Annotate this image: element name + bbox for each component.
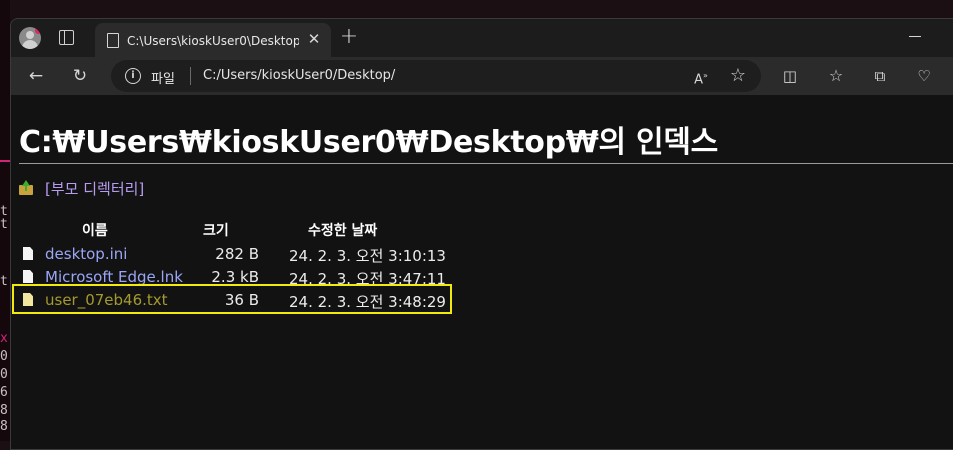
- scheme-label: 파일: [151, 72, 175, 87]
- table-row: desktop.ini 282 B 24. 2. 3. 오전 3:10:13: [11, 245, 953, 267]
- parent-directory-link[interactable]: [부모 디렉터리]: [45, 178, 144, 199]
- file-link[interactable]: desktop.ini: [45, 245, 127, 263]
- browser-window: C:\Users\kioskUser0\Desktop\의 ✕ + ← ↻ i …: [10, 18, 953, 450]
- page-title: C:₩Users₩kioskUser0₩Desktop₩의 인덱스: [19, 125, 718, 160]
- back-arrow-icon[interactable]: ←: [23, 63, 49, 89]
- split-screen-icon[interactable]: ◫: [777, 63, 803, 89]
- desktop-glyph: 0: [0, 349, 8, 364]
- desktop-glyph: 0: [0, 367, 8, 382]
- column-header-size[interactable]: 크기: [203, 220, 229, 240]
- desktop-glyph: t: [0, 274, 8, 289]
- favorite-star-icon[interactable]: ☆: [727, 65, 749, 87]
- browser-essentials-icon[interactable]: ♡: [911, 63, 937, 89]
- minimize-window-icon[interactable]: [909, 29, 923, 43]
- desktop-glyph: 8: [0, 419, 8, 434]
- browser-toolbar: ← ↻ i 파일 C:/Users/kioskUser0/Desktop/ A»…: [11, 57, 953, 95]
- favorites-icon[interactable]: ☆: [823, 63, 849, 89]
- file-size: 282 B: [215, 245, 259, 263]
- desktop-glyph: x: [0, 331, 8, 346]
- title-divider: [19, 163, 953, 164]
- desktop-glyph: 6: [0, 385, 8, 400]
- folder-up-icon: [19, 180, 33, 195]
- column-header-name[interactable]: 이름: [82, 220, 108, 240]
- file-icon: [23, 247, 33, 260]
- file-modified-date: 24. 2. 3. 오전 3:10:13: [289, 247, 446, 265]
- refresh-icon[interactable]: ↻: [67, 63, 93, 89]
- file-page-icon: [107, 33, 119, 48]
- highlight-box: [12, 284, 452, 314]
- address-bar[interactable]: i 파일 C:/Users/kioskUser0/Desktop/ A» ☆: [111, 60, 761, 92]
- address-url[interactable]: C:/Users/kioskUser0/Desktop/: [203, 68, 395, 83]
- file-icon: [23, 270, 33, 283]
- desktop-glyph: t: [0, 217, 8, 232]
- close-tab-icon[interactable]: ✕: [305, 30, 323, 48]
- desktop-accent-line: [0, 160, 10, 162]
- column-header-modified[interactable]: 수정한 날짜: [308, 220, 377, 240]
- address-divider: [190, 67, 191, 85]
- tab-actions-icon[interactable]: [59, 30, 74, 45]
- tab-title: C:\Users\kioskUser0\Desktop\의: [127, 34, 299, 48]
- tab-active[interactable]: C:\Users\kioskUser0\Desktop\의 ✕: [95, 23, 331, 57]
- collections-icon[interactable]: ⧉: [867, 63, 893, 89]
- profile-avatar-icon[interactable]: [19, 27, 41, 49]
- new-tab-icon[interactable]: +: [339, 26, 359, 48]
- info-icon[interactable]: i: [125, 68, 141, 84]
- tab-strip: C:\Users\kioskUser0\Desktop\의 ✕ +: [11, 19, 953, 57]
- desktop-glyph: 8: [0, 403, 8, 418]
- directory-listing-page: C:₩Users₩kioskUser0₩Desktop₩의 인덱스 [부모 디렉…: [11, 95, 953, 449]
- read-aloud-icon[interactable]: A»: [691, 66, 711, 87]
